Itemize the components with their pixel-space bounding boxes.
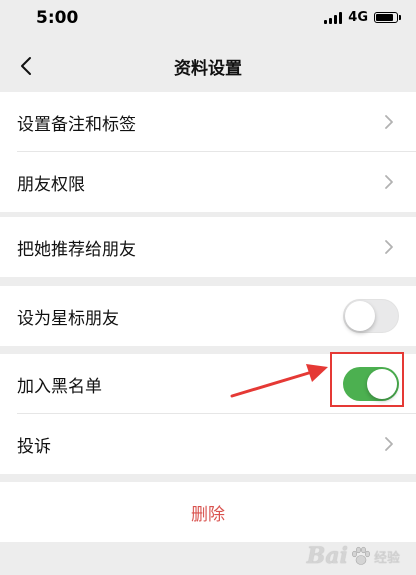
chevron-right-icon bbox=[385, 175, 393, 189]
delete-button[interactable]: 删除 bbox=[0, 482, 416, 542]
row-label: 把她推荐给朋友 bbox=[17, 239, 136, 260]
row-label: 设为星标朋友 bbox=[17, 308, 119, 329]
row-label: 投诉 bbox=[17, 436, 51, 457]
delete-label: 删除 bbox=[191, 504, 225, 525]
baidu-watermark: Bai 经验 bbox=[307, 543, 400, 569]
paw-icon bbox=[351, 546, 370, 565]
chevron-right-icon bbox=[385, 115, 393, 129]
row-label: 加入黑名单 bbox=[17, 376, 102, 397]
chevron-right-icon bbox=[385, 240, 393, 254]
settings-group-blacklist: 加入黑名单 投诉 bbox=[0, 354, 416, 474]
network-label: 4G bbox=[348, 10, 368, 25]
page-title: 资料设置 bbox=[174, 59, 242, 79]
set-remark-and-tags-row[interactable]: 设置备注和标签 bbox=[0, 92, 416, 152]
battery-icon bbox=[374, 12, 401, 23]
status-indicators: 4G bbox=[324, 10, 401, 25]
report-row[interactable]: 投诉 bbox=[0, 414, 416, 474]
watermark-text: Bai bbox=[306, 543, 348, 569]
row-label: 朋友权限 bbox=[17, 174, 85, 195]
toggle-knob bbox=[345, 301, 375, 331]
settings-group-remark: 设置备注和标签 朋友权限 bbox=[0, 92, 416, 212]
add-to-blacklist-row: 加入黑名单 bbox=[0, 354, 416, 414]
nav-bar: 资料设置 bbox=[0, 40, 416, 92]
status-bar: 5:00 4G bbox=[0, 0, 416, 40]
settings-group-recommend: 把她推荐给朋友 bbox=[0, 217, 416, 277]
recommend-to-friends-row[interactable]: 把她推荐给朋友 bbox=[0, 217, 416, 277]
settings-group-star: 设为星标朋友 bbox=[0, 286, 416, 346]
row-label: 设置备注和标签 bbox=[17, 114, 136, 135]
signal-icon bbox=[324, 11, 343, 24]
toggle-knob bbox=[367, 369, 397, 399]
chevron-right-icon bbox=[385, 437, 393, 451]
blacklist-toggle[interactable] bbox=[343, 367, 399, 401]
friend-permissions-row[interactable]: 朋友权限 bbox=[0, 152, 416, 212]
star-friend-row: 设为星标朋友 bbox=[0, 286, 416, 346]
star-friend-toggle[interactable] bbox=[343, 299, 399, 333]
status-time: 5:00 bbox=[36, 8, 79, 28]
watermark-sub: 经验 bbox=[373, 550, 400, 566]
